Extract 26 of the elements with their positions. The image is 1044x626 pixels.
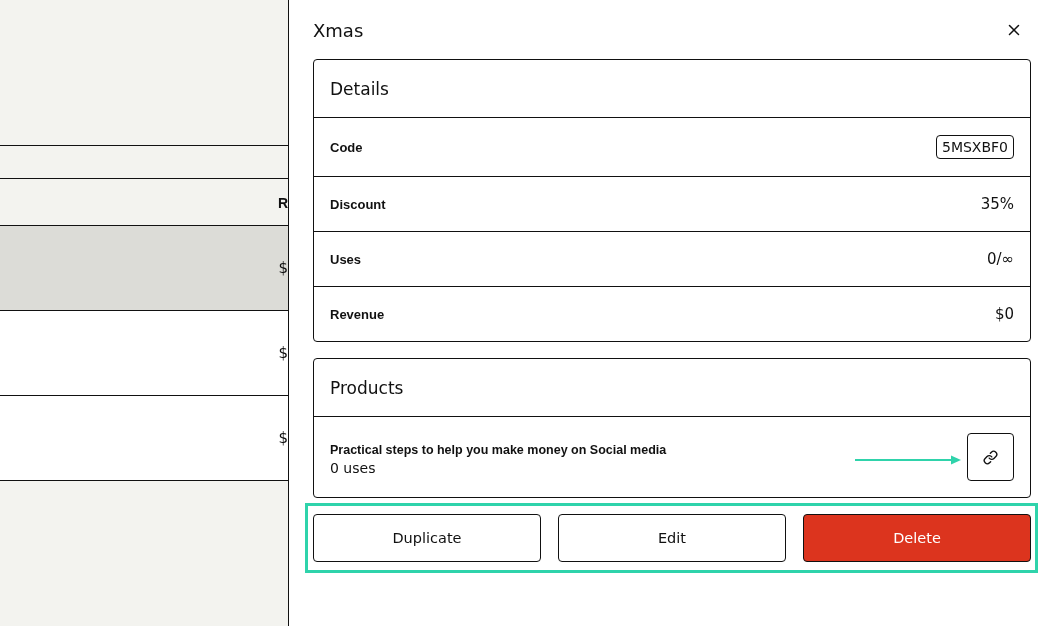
link-icon (983, 449, 998, 465)
detail-value: $0 (994, 305, 1014, 323)
table-cell: $ (278, 259, 288, 277)
table-cell: $ (278, 429, 288, 447)
detail-value: 35% (980, 195, 1014, 213)
detail-label: Discount (330, 196, 386, 212)
table-row[interactable]: $ (0, 226, 288, 311)
delete-button[interactable]: Delete (803, 514, 1031, 562)
card-title: Details (330, 78, 389, 99)
table-row[interactable]: $ (0, 311, 288, 396)
detail-label: Uses (330, 251, 362, 267)
table-cell: $ (278, 344, 288, 362)
column-header: R (277, 194, 288, 211)
detail-label: Revenue (330, 306, 385, 322)
card-title: Products (330, 377, 404, 398)
link-button[interactable] (967, 433, 1014, 481)
drawer-title: Xmas (313, 19, 364, 41)
action-button[interactable]: Duplicate (313, 514, 541, 562)
detail-value: 0/∞ (986, 250, 1014, 268)
product-name: Practical steps to help you make money on Social media (330, 442, 667, 457)
arrow-icon (855, 455, 961, 465)
action-button[interactable]: Edit (558, 514, 786, 562)
detail-label: Code (330, 139, 363, 155)
table-row[interactable]: $ (0, 396, 288, 481)
product-uses: 0 uses (330, 459, 377, 476)
code-badge: 5MSXBF0 (935, 135, 1014, 159)
